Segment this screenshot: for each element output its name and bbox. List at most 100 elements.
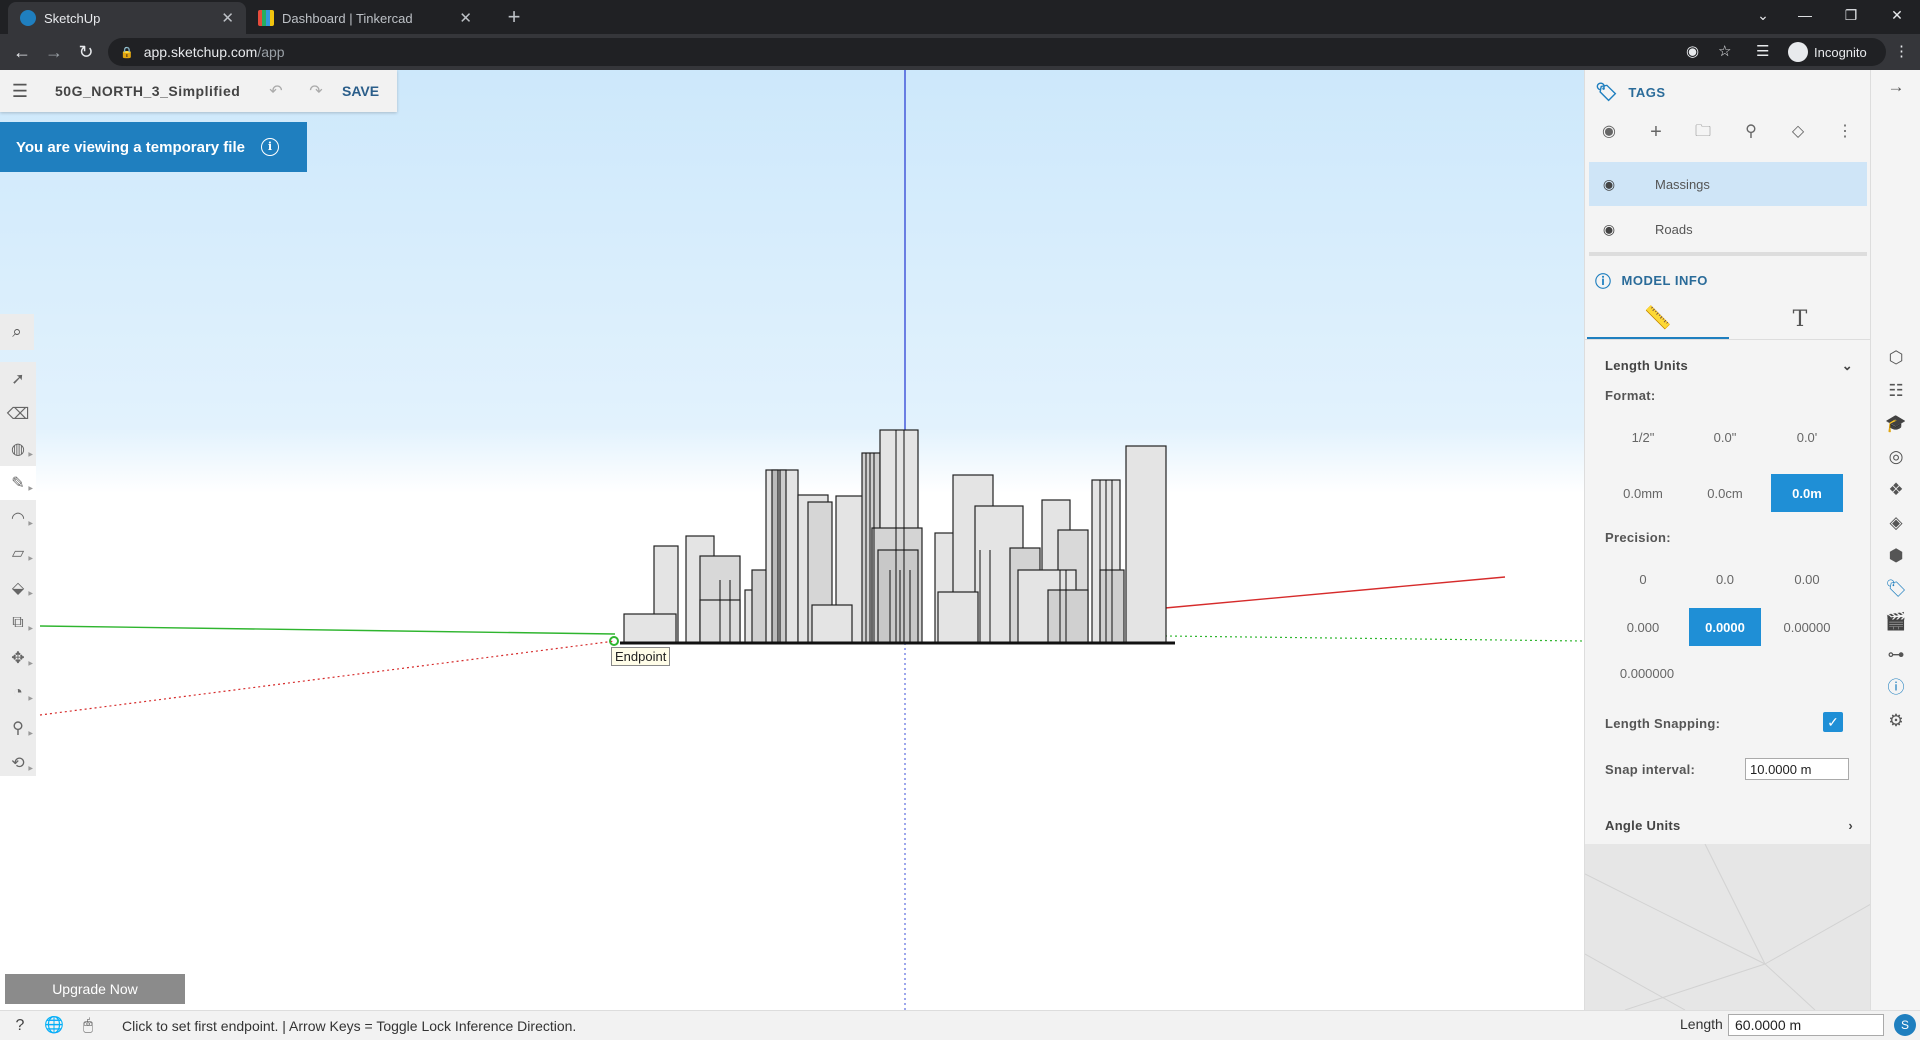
tags-panel-icon[interactable]: 🏷 (1871, 574, 1920, 604)
close-tab-icon[interactable]: ✕ (221, 9, 234, 27)
redo-icon[interactable]: ↷ (296, 81, 336, 101)
upgrade-now-button[interactable]: Upgrade Now (5, 974, 185, 1004)
pencil-tool-icon[interactable]: ✎ ▶ (0, 466, 36, 500)
tags-toolbar: ◉ + 🗀 ⚲ ◇ ⋮ (1585, 110, 1870, 154)
tag-tool-icon[interactable]: ◇ (1786, 120, 1810, 144)
save-button[interactable]: SAVE (342, 83, 379, 99)
restore-button[interactable]: ❐ (1828, 0, 1874, 30)
forward-icon[interactable]: → (40, 38, 68, 66)
eraser-tool-icon[interactable]: ⌫ (0, 397, 36, 431)
outliner-icon[interactable]: ☷ (1871, 376, 1920, 406)
precision-option-6[interactable]: 0.000000 (1607, 654, 1687, 692)
push-pull-tool-icon[interactable]: ⬙ ▶ (0, 571, 36, 605)
back-icon[interactable]: ← (8, 38, 36, 66)
angle-units-header[interactable]: Angle Units › (1605, 818, 1853, 833)
format-option-decimal-inch[interactable]: 0.0" (1689, 418, 1761, 456)
globe-icon[interactable]: 🌐 (40, 1015, 68, 1037)
3d-scene[interactable] (0, 70, 1584, 1010)
precision-option-1[interactable]: 0.0 (1689, 560, 1761, 598)
browser-menu-icon[interactable]: ⋮ (1894, 38, 1909, 66)
close-window-button[interactable]: ✕ (1874, 0, 1920, 30)
sketchup-logo-icon[interactable]: S (1894, 1014, 1916, 1036)
reading-list-icon[interactable]: ☰ (1756, 38, 1769, 66)
incognito-profile[interactable]: Incognito (1788, 38, 1867, 66)
tab-tinkercad[interactable]: Dashboard | Tinkercad ✕ (246, 2, 484, 34)
length-input[interactable] (1728, 1014, 1884, 1036)
precision-option-5[interactable]: 0.00000 (1771, 608, 1843, 646)
minimize-button[interactable]: — (1782, 0, 1828, 30)
components-icon[interactable]: ❖ (1871, 475, 1920, 505)
panel-empty-area (1585, 843, 1870, 1010)
tag-search-icon[interactable]: ⚲ (1739, 120, 1763, 144)
tracking-blocked-icon[interactable]: ◉ (1686, 38, 1699, 66)
tag-row-massings[interactable]: ◉ Massings (1589, 162, 1867, 206)
precision-option-2[interactable]: 0.00 (1771, 560, 1843, 598)
help-icon[interactable]: ? (6, 1015, 34, 1037)
materials-icon[interactable]: ◎ (1871, 442, 1920, 472)
model-info-icon[interactable]: ⓘ (1871, 673, 1920, 703)
tab-search-icon[interactable]: ⌄ (1740, 0, 1786, 30)
undo-icon[interactable]: ↶ (256, 81, 296, 101)
tab-sketchup[interactable]: SketchUp ✕ (8, 2, 246, 34)
model-viewport[interactable]: ☰ 50G_NORTH_3_Simplified ↶ ↷ SAVE You ar… (0, 70, 1584, 1010)
info-circle-icon: ⓘ (1595, 274, 1612, 291)
length-units-header[interactable]: Length Units ⌄ (1605, 358, 1853, 374)
tag-row-roads[interactable]: ◉ Roads (1589, 207, 1867, 251)
arc-tool-icon[interactable]: ◠ ▶ (0, 501, 36, 535)
format-option-m[interactable]: 0.0m (1771, 474, 1843, 512)
collapse-panel-icon[interactable]: → (1871, 72, 1920, 102)
visibility-eye-icon[interactable]: ◉ (1589, 176, 1629, 193)
ruler-icon: 📏 (1644, 304, 1672, 330)
visibility-eye-icon[interactable]: ◉ (1589, 221, 1629, 238)
add-tag-icon[interactable]: + (1644, 120, 1668, 144)
status-bar: ? 🌐 🖱 Click to set first endpoint. | Arr… (0, 1010, 1920, 1040)
format-option-decimal-foot[interactable]: 0.0' (1771, 418, 1843, 456)
glasses-icon[interactable]: ⊶ (1871, 640, 1920, 670)
tabs-divider (1585, 339, 1870, 340)
instructor-icon[interactable]: 🎓 (1871, 409, 1920, 439)
add-tag-folder-icon[interactable]: 🗀 (1691, 120, 1715, 144)
info-icon[interactable]: i (260, 138, 279, 156)
offset-tool-icon[interactable]: ⧉ ▶ (0, 606, 36, 640)
tab-units[interactable]: 📏 (1587, 298, 1729, 340)
length-snapping-checkbox[interactable]: ✓ (1823, 712, 1843, 732)
format-option-cm[interactable]: 0.0cm (1689, 474, 1761, 512)
search-tool-button[interactable]: ⌕ (0, 314, 34, 350)
tab-text[interactable]: T (1729, 298, 1870, 340)
hamburger-menu-icon[interactable]: ☰ (0, 81, 40, 102)
display-icon[interactable]: ⬢ (1871, 541, 1920, 571)
extension-icon[interactable]: ⚙ (1871, 706, 1920, 736)
styles-icon[interactable]: ◈ (1871, 508, 1920, 538)
format-option-mm[interactable]: 0.0mm (1607, 474, 1679, 512)
tags-more-icon[interactable]: ⋮ (1833, 120, 1857, 144)
move-tool-icon[interactable]: ✥ ▶ (0, 641, 36, 675)
close-tab-icon[interactable]: ✕ (459, 9, 472, 27)
tape-measure-tool-icon[interactable]: ◔ ▶ (0, 676, 36, 710)
eye-icon[interactable]: ◉ (1597, 120, 1621, 144)
red-axis (1164, 576, 1506, 609)
red-axis-negative (39, 640, 616, 716)
format-option-fraction-inch[interactable]: 1/2" (1607, 418, 1679, 456)
rectangle-tool-icon[interactable]: ▱ ▶ (0, 536, 36, 570)
panel-resize-divider[interactable] (1589, 252, 1867, 256)
model-info-panel-title[interactable]: ⓘ MODEL INFO (1595, 268, 1708, 292)
walk-tool-icon[interactable]: ⚲ ▶ (0, 711, 36, 745)
paint-bucket-tool-icon[interactable]: ◍ ▶ (0, 432, 36, 466)
snap-interval-input[interactable] (1745, 758, 1849, 780)
precision-option-4[interactable]: 0.0000 (1689, 608, 1761, 646)
scenes-icon[interactable]: 🎬 (1871, 607, 1920, 637)
select-tool-icon[interactable]: ➚ (0, 362, 36, 396)
precision-option-0[interactable]: 0 (1607, 560, 1679, 598)
banner-text: You are viewing a temporary file (16, 138, 245, 156)
precision-option-3[interactable]: 0.000 (1607, 608, 1679, 646)
reload-icon[interactable]: ↻ (72, 38, 100, 66)
sketchup-favicon-icon (20, 10, 36, 26)
file-name[interactable]: 50G_NORTH_3_Simplified (40, 83, 256, 99)
bookmark-star-icon[interactable]: ☆ (1718, 38, 1731, 66)
address-bar[interactable]: 🔒 app.sketchup.com/app (108, 38, 1886, 66)
mouse-icon[interactable]: 🖱 (74, 1015, 102, 1037)
tags-panel-title[interactable]: 🏷 TAGS (1595, 82, 1666, 103)
orbit-tool-icon[interactable]: ⟲ ▶ (0, 746, 36, 780)
entity-info-icon[interactable]: ⬡ (1871, 343, 1920, 373)
new-tab-button[interactable]: + (500, 3, 528, 31)
